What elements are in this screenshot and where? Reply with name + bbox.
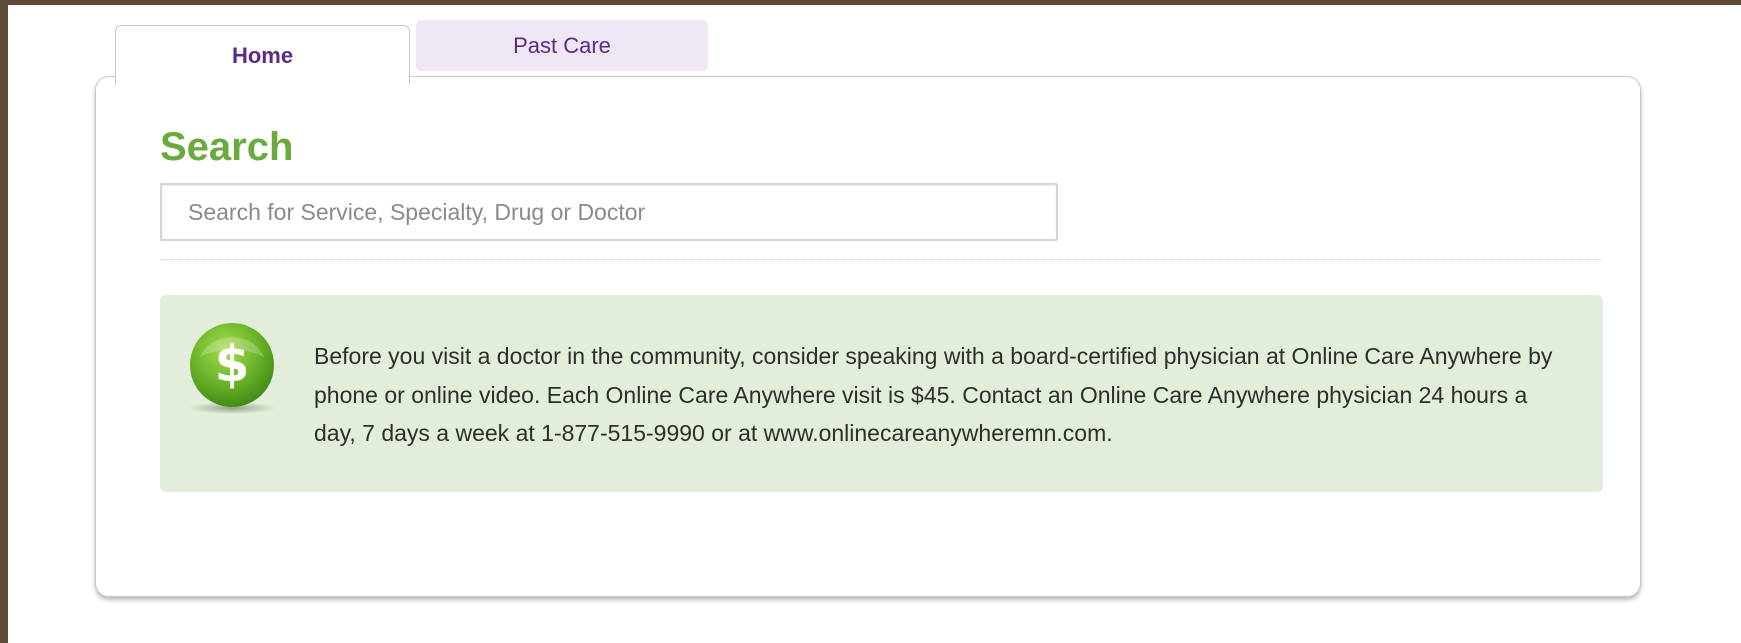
tab-home[interactable]: Home bbox=[115, 25, 410, 85]
search-input[interactable] bbox=[160, 183, 1058, 241]
page-viewport: Home Past Care Search Search for Service… bbox=[8, 5, 1741, 643]
svg-text:$: $ bbox=[215, 335, 250, 393]
tab-past-care[interactable]: Past Care bbox=[416, 20, 708, 71]
search-title: Search bbox=[160, 125, 294, 169]
tab-past-care-label: Past Care bbox=[513, 33, 611, 58]
dollar-sign-icon: $ bbox=[188, 323, 276, 414]
tab-home-label: Home bbox=[231, 43, 294, 68]
online-care-promo: $ Before you visit a doctor in the commu… bbox=[160, 295, 1603, 492]
section-divider bbox=[160, 259, 1602, 260]
home-panel: Search $ bbox=[95, 76, 1641, 597]
promo-text: Before you visit a doctor in the communi… bbox=[314, 343, 1553, 446]
